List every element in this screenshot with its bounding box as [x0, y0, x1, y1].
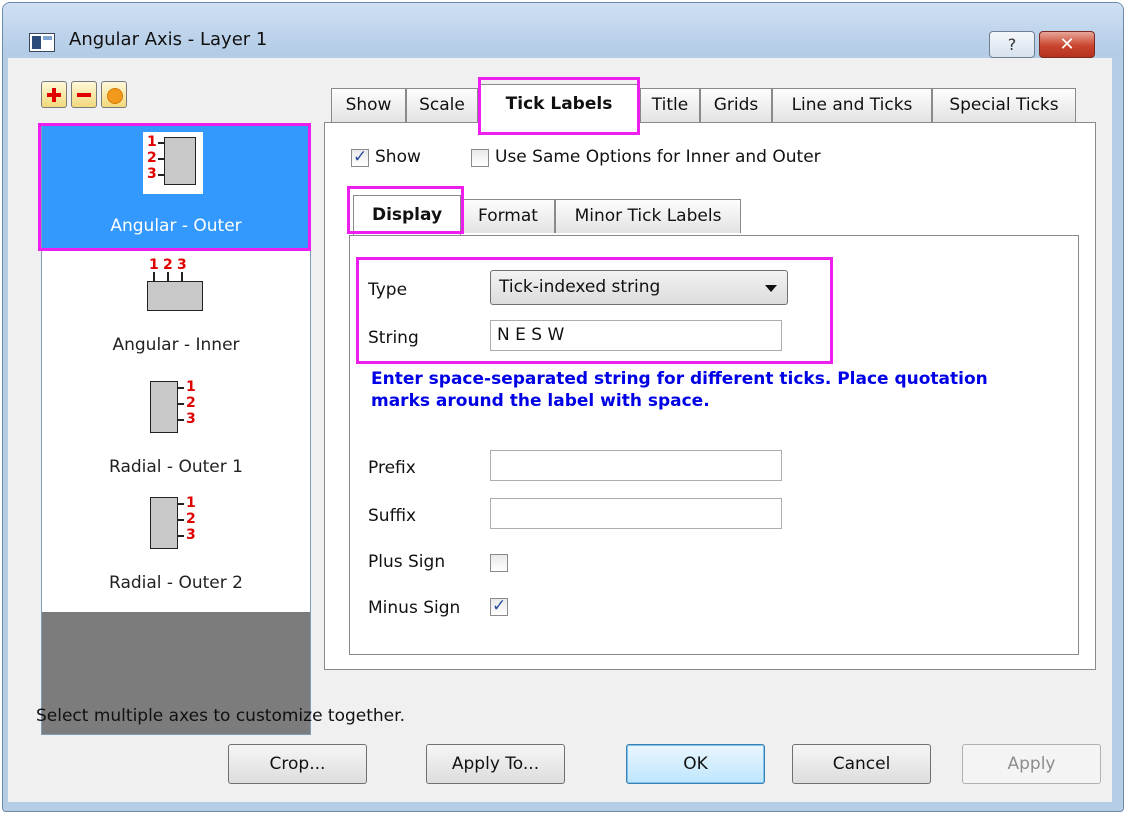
- status-text: Select multiple axes to customize togeth…: [36, 706, 405, 726]
- tab-tick-labels[interactable]: Tick Labels: [478, 84, 640, 124]
- axis-item-label: Radial - Outer 1: [109, 457, 243, 477]
- axis-item-label: Angular - Outer: [110, 216, 242, 236]
- show-checkbox-label: Show: [375, 147, 421, 167]
- same-options-checkbox[interactable]: [471, 149, 489, 167]
- axis-item-radial-outer-2[interactable]: 1 2 3 Radial - Outer 2: [42, 491, 310, 611]
- same-options-checkbox-label: Use Same Options for Inner and Outer: [495, 147, 821, 167]
- crop-button[interactable]: Crop...: [228, 744, 367, 784]
- tab-special-ticks[interactable]: Special Ticks: [932, 88, 1076, 122]
- axis-item-angular-inner[interactable]: 1 2 3 Angular - Inner: [42, 251, 310, 371]
- cancel-button[interactable]: Cancel: [792, 744, 931, 784]
- app-icon: [29, 33, 55, 52]
- string-label: String: [368, 328, 419, 348]
- tab-scale[interactable]: Scale: [406, 88, 478, 122]
- remove-axis-button[interactable]: [71, 81, 97, 108]
- axis-item-label: Angular - Inner: [112, 335, 240, 355]
- subtab-display[interactable]: Display: [353, 195, 461, 235]
- help-button[interactable]: ?: [989, 31, 1035, 58]
- reset-axis-button[interactable]: [101, 81, 127, 108]
- axis-list[interactable]: 1 2 3 Angular - Outer 1 2 3 Angular - In…: [41, 123, 311, 735]
- radial-outer-2-icon: 1 2 3: [150, 495, 206, 555]
- minus-sign-checkbox[interactable]: [490, 596, 508, 616]
- display-panel: Type Tick-indexed string String N E S W …: [349, 235, 1079, 655]
- angular-inner-icon: 1 2 3: [145, 257, 209, 313]
- axis-item-angular-outer[interactable]: 1 2 3 Angular - Outer: [42, 124, 310, 251]
- tab-line-and-ticks[interactable]: Line and Ticks: [772, 88, 932, 122]
- minus-sign-label: Minus Sign: [368, 598, 461, 618]
- axis-item-radial-outer-1[interactable]: 1 2 3 Radial - Outer 1: [42, 371, 310, 491]
- apply-to-button[interactable]: Apply To...: [426, 744, 565, 784]
- apply-button[interactable]: Apply: [962, 744, 1101, 784]
- type-dropdown[interactable]: Tick-indexed string: [490, 270, 788, 305]
- add-axis-button[interactable]: [41, 81, 67, 108]
- prefix-input[interactable]: [490, 450, 782, 481]
- chevron-down-icon: [765, 285, 777, 292]
- suffix-label: Suffix: [368, 506, 417, 526]
- title-bar[interactable]: Angular Axis - Layer 1 ? ✕: [3, 3, 1123, 58]
- window-title: Angular Axis - Layer 1: [69, 29, 268, 50]
- tab-grids[interactable]: Grids: [700, 88, 772, 122]
- ok-button[interactable]: OK: [626, 744, 765, 784]
- angular-outer-icon: 1 2 3: [143, 132, 203, 194]
- plus-sign-checkbox[interactable]: [490, 554, 508, 572]
- radial-outer-1-icon: 1 2 3: [150, 379, 206, 439]
- string-hint-text: Enter space-separated string for differe…: [371, 369, 988, 411]
- axis-item-label: Radial - Outer 2: [109, 573, 243, 593]
- string-input[interactable]: N E S W: [490, 320, 782, 351]
- show-checkbox[interactable]: [351, 147, 369, 167]
- plus-sign-label: Plus Sign: [368, 552, 446, 572]
- tab-title[interactable]: Title: [640, 88, 700, 122]
- close-button[interactable]: ✕: [1039, 31, 1095, 58]
- suffix-input[interactable]: [490, 498, 782, 529]
- subtab-minor-tick-labels[interactable]: Minor Tick Labels: [555, 199, 741, 233]
- type-dropdown-value: Tick-indexed string: [499, 277, 661, 297]
- type-label: Type: [368, 280, 408, 300]
- tab-show[interactable]: Show: [331, 88, 406, 122]
- subtab-format[interactable]: Format: [461, 199, 555, 233]
- prefix-label: Prefix: [368, 458, 416, 478]
